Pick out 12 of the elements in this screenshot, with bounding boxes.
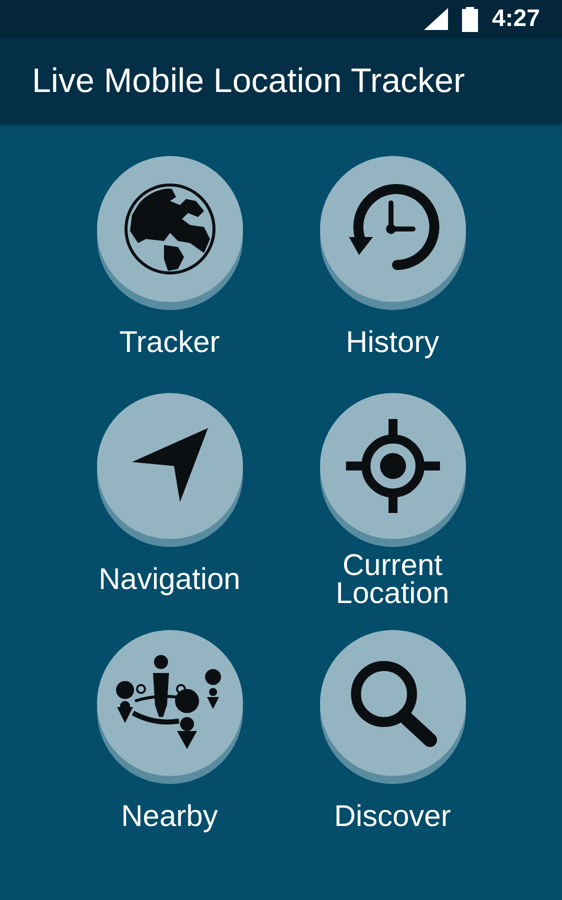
menu-button[interactable]: Nearby [58, 630, 281, 867]
signal-icon [424, 8, 448, 30]
crosshair-icon [346, 419, 440, 513]
menu-button[interactable]: Current Location [281, 393, 504, 630]
menu-button[interactable]: Discover [281, 630, 504, 867]
menu-button[interactable]: Navigation [58, 393, 281, 630]
app-title: Live Mobile Location Tracker [32, 64, 465, 98]
menu-button[interactable]: Tracker [58, 156, 281, 393]
menu-button[interactable]: History [281, 156, 504, 393]
globe-icon [124, 183, 216, 275]
status-time: 4:27 [492, 7, 540, 31]
battery-icon [462, 6, 478, 32]
